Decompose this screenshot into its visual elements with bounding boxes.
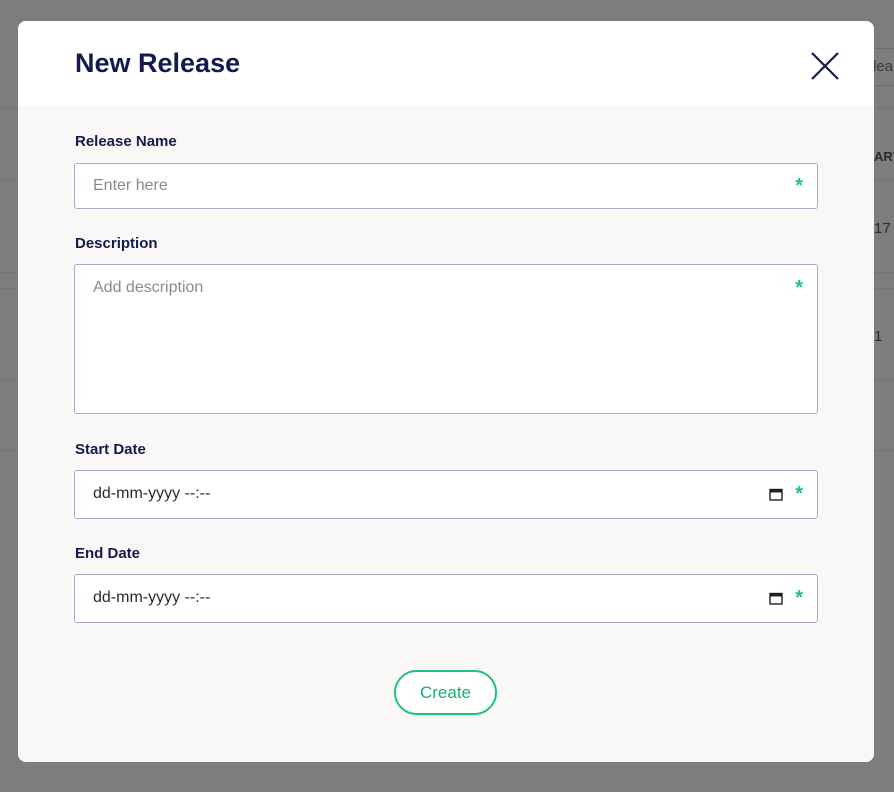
release-name-input[interactable] — [75, 164, 817, 208]
required-marker: * — [795, 175, 803, 197]
new-release-dialog: New Release Release Name * Description *… — [18, 21, 874, 762]
close-icon — [811, 52, 839, 80]
start-date-label: Start Date — [75, 441, 146, 458]
required-marker: * — [795, 483, 803, 505]
background-row-date: 17 — [874, 220, 891, 237]
background-row-date: 1 — [874, 328, 883, 345]
end-date-field[interactable]: dd-mm-yyyy --:-- * — [74, 574, 818, 623]
description-label: Description — [75, 235, 158, 252]
close-button[interactable] — [806, 47, 844, 85]
end-date-label: End Date — [75, 545, 141, 562]
description-field[interactable]: * — [74, 264, 818, 414]
background-column-header: ART — [874, 149, 894, 164]
start-date-field[interactable]: dd-mm-yyyy --:-- * — [74, 470, 818, 519]
calendar-icon[interactable] — [769, 592, 783, 605]
background-search-text: lea — [873, 58, 894, 75]
description-textarea[interactable] — [75, 265, 817, 413]
create-button[interactable]: Create — [394, 670, 497, 715]
dialog-title: New Release — [75, 48, 241, 78]
required-marker: * — [795, 587, 803, 609]
calendar-icon[interactable] — [769, 488, 783, 501]
start-date-value: dd-mm-yyyy --:-- — [93, 485, 211, 502]
end-date-value: dd-mm-yyyy --:-- — [93, 589, 211, 606]
required-marker: * — [795, 277, 803, 299]
release-name-field[interactable]: * — [74, 163, 818, 209]
release-name-label: Release Name — [75, 133, 177, 150]
dialog-header: New Release — [18, 21, 874, 106]
